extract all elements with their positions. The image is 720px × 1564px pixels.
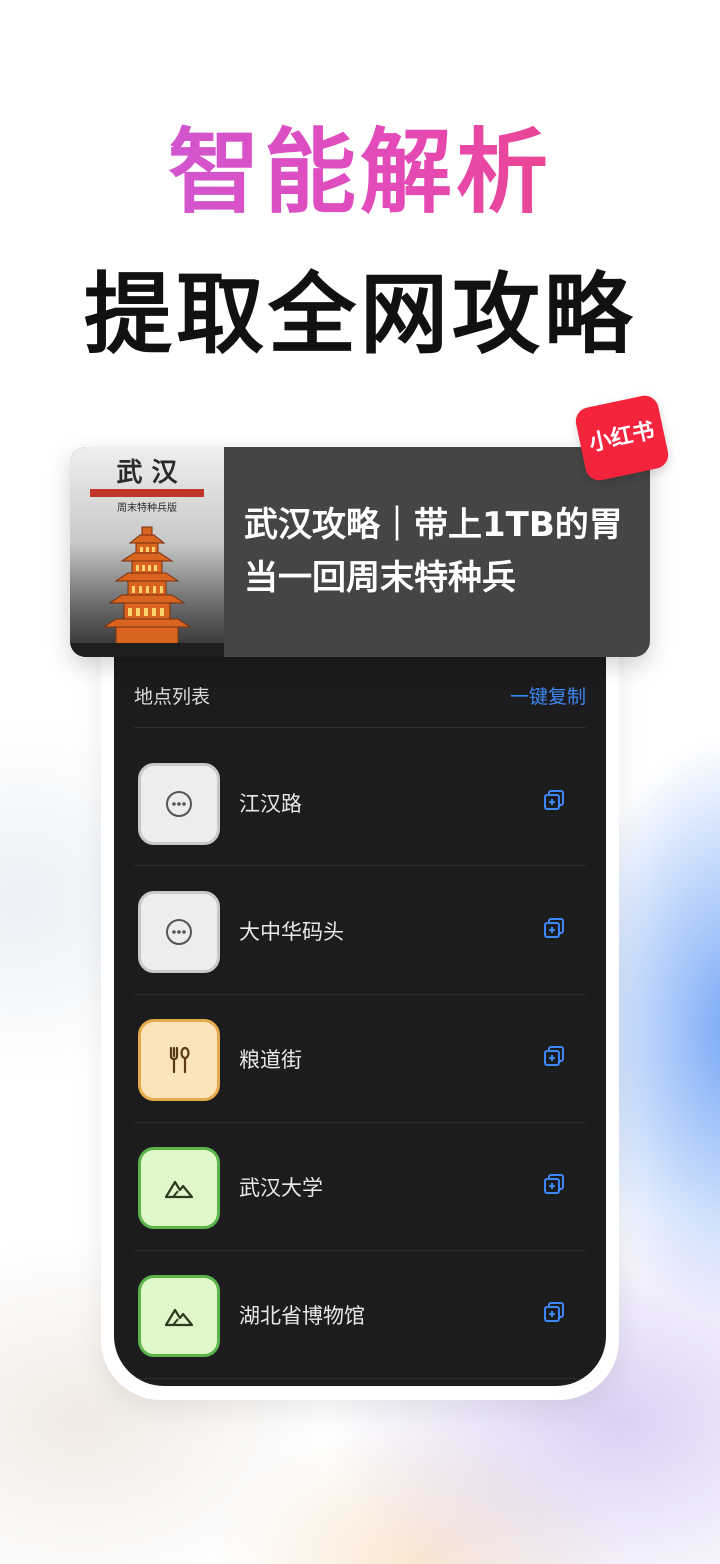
list-item[interactable]: 大中华码头	[134, 858, 586, 986]
list-header: 地点列表 一键复制	[134, 674, 586, 714]
list-item[interactable]: 武汉大学	[134, 1114, 586, 1242]
phone-screen: 地点列表 一键复制 江汉路 大中华码头 粮道街 武汉大学 湖北省博物馆	[114, 560, 606, 1386]
copy-icon[interactable]	[542, 788, 566, 812]
copy-icon[interactable]	[542, 1300, 566, 1324]
mountain-icon	[138, 1147, 220, 1229]
list-item-label: 武汉大学	[239, 1176, 323, 1200]
list-title: 地点列表	[134, 686, 211, 708]
post-thumbnail: 武 汉 周末特种兵版	[70, 447, 224, 657]
thumbnail-subtitle: 周末特种兵版	[117, 501, 177, 514]
fork-spoon-icon	[138, 1019, 220, 1101]
post-title: 武汉攻略｜带上1TB的胃当一回周末特种兵	[244, 505, 623, 598]
headline-secondary: 提取全网攻略	[83, 263, 636, 366]
more-dots-icon	[138, 891, 220, 973]
list-item-label: 粮道街	[239, 1048, 302, 1072]
divider	[134, 727, 586, 728]
copy-icon[interactable]	[542, 1044, 566, 1068]
list-item-label: 湖北省博物馆	[239, 1304, 365, 1328]
mountain-icon	[138, 1275, 220, 1357]
copy-all-button[interactable]: 一键复制	[510, 682, 586, 709]
post-card[interactable]: 武 汉 周末特种兵版 武汉攻略｜带上1TB的胃当一回周末特种兵	[70, 447, 650, 657]
list-item-label: 江汉路	[239, 792, 302, 816]
list-item-label: 大中华码头	[239, 920, 344, 944]
list-item[interactable]: 粮道街	[134, 986, 586, 1114]
thumbnail-title: 武 汉	[116, 458, 178, 488]
list-item[interactable]: 江汉路	[134, 730, 586, 858]
divider	[134, 1378, 586, 1379]
list-item[interactable]: 湖北省博物馆	[134, 1242, 586, 1370]
more-dots-icon	[138, 763, 220, 845]
headline-primary: 智能解析	[0, 118, 720, 228]
copy-icon[interactable]	[542, 1172, 566, 1196]
copy-icon[interactable]	[542, 916, 566, 940]
